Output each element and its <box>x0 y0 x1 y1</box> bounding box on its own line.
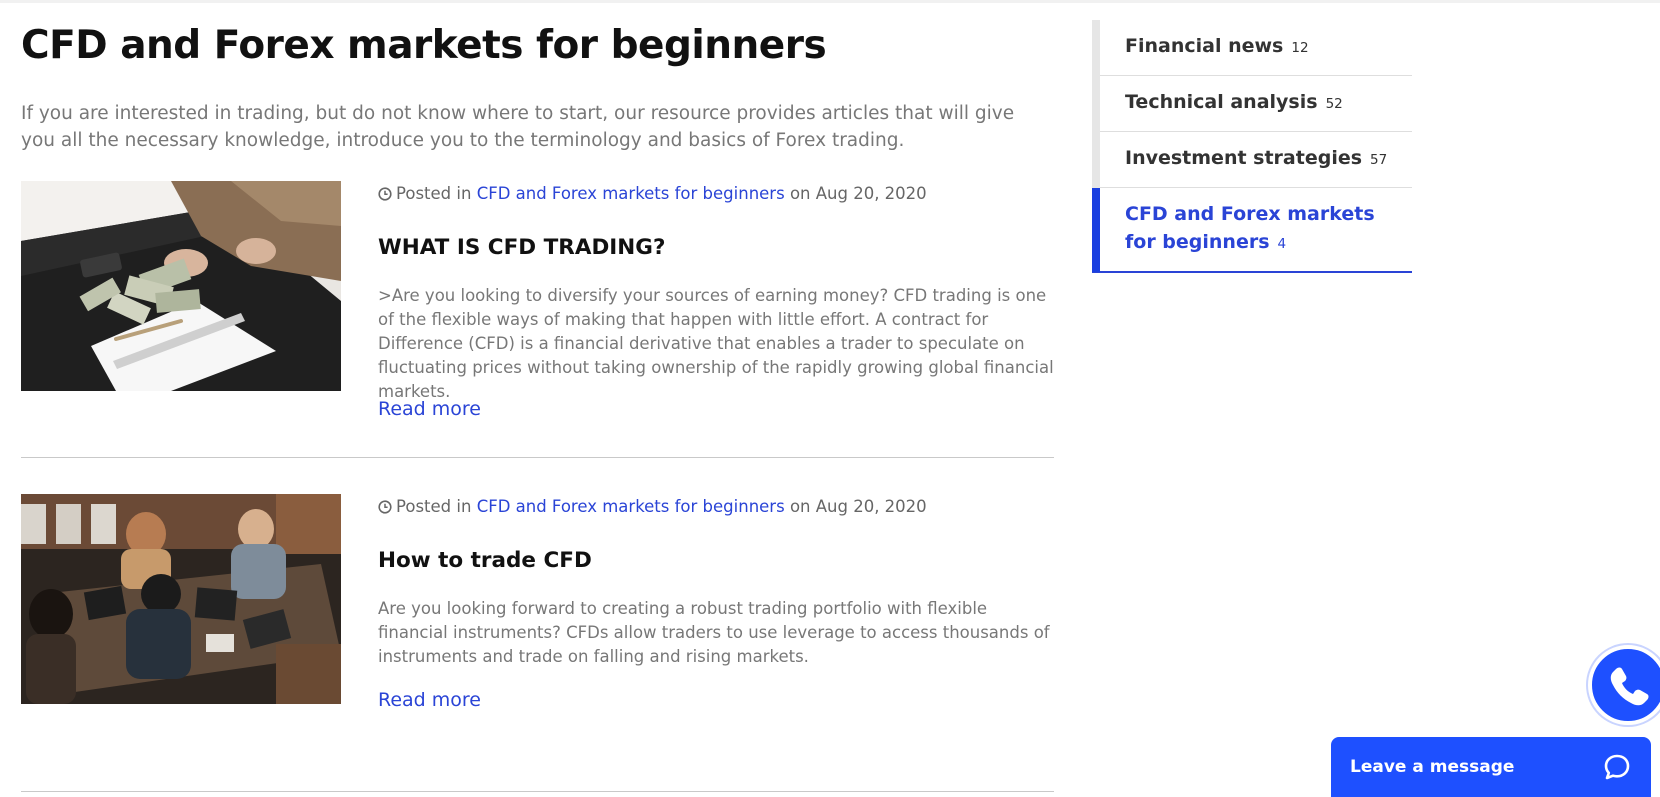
category-count: 12 <box>1291 40 1309 56</box>
sidebar-item-cfd-forex-beginners[interactable]: CFD and Forex markets for beginners 4 <box>1092 188 1412 273</box>
category-count: 4 <box>1277 236 1287 252</box>
post-title[interactable]: WHAT IS CFD TRADING? <box>378 234 1054 262</box>
post-category-link[interactable]: CFD and Forex markets for beginners <box>477 184 785 203</box>
category-label: CFD and Forex markets for beginners <box>1125 203 1375 253</box>
leave-message-widget[interactable]: Leave a message <box>1331 737 1651 797</box>
clock-icon <box>378 498 392 520</box>
post-category-link[interactable]: CFD and Forex markets for beginners <box>477 497 785 516</box>
post-excerpt: Are you looking forward to creating a ro… <box>378 599 1050 666</box>
read-more-link[interactable]: Read more <box>378 398 481 420</box>
posted-in-label: Posted in <box>396 184 472 203</box>
post-divider <box>21 791 1054 792</box>
post-date: on Aug 20, 2020 <box>789 497 927 516</box>
category-sidebar: Financial news 12 Technical analysis 52 In… <box>1092 20 1412 273</box>
post-card: Posted in CFD and Forex markets for begi… <box>21 494 1054 749</box>
post-title[interactable]: How to trade CFD <box>378 547 1054 575</box>
category-count: 52 <box>1325 96 1343 112</box>
money-counting-image <box>21 181 341 391</box>
read-more-link[interactable]: Read more <box>378 689 481 711</box>
team-trading-image <box>21 494 341 704</box>
main-content: CFD and Forex markets for beginners If y… <box>21 20 1054 792</box>
posted-in-label: Posted in <box>396 497 472 516</box>
chat-bubble-icon <box>1603 753 1631 785</box>
page-title: CFD and Forex markets for beginners <box>21 23 827 68</box>
post-card: Posted in CFD and Forex markets for begi… <box>21 181 1054 458</box>
category-label: Investment strategies <box>1125 147 1363 169</box>
post-thumbnail[interactable] <box>21 494 341 704</box>
category-count: 57 <box>1370 152 1388 168</box>
phone-icon <box>1610 667 1649 706</box>
post-divider <box>21 457 1054 458</box>
post-thumbnail[interactable] <box>21 181 341 391</box>
sidebar-item-technical-analysis[interactable]: Technical analysis 52 <box>1092 76 1412 132</box>
intro-text: If you are interested in trading, but do… <box>21 103 1015 151</box>
clock-icon <box>378 185 392 207</box>
post-excerpt: >Are you looking to diversify your sourc… <box>378 286 1054 401</box>
call-button[interactable] <box>1588 645 1660 725</box>
post-body: Posted in CFD and Forex markets for begi… <box>378 181 1054 404</box>
leave-message-label: Leave a message <box>1350 757 1515 777</box>
category-label: Technical analysis <box>1125 91 1318 113</box>
category-label: Financial news <box>1125 35 1284 57</box>
sidebar-item-financial-news[interactable]: Financial news 12 <box>1092 20 1412 76</box>
post-meta: Posted in CFD and Forex markets for begi… <box>378 183 1054 207</box>
post-body: Posted in CFD and Forex markets for begi… <box>378 494 1054 669</box>
post-date: on Aug 20, 2020 <box>789 184 927 203</box>
post-meta: Posted in CFD and Forex markets for begi… <box>378 496 1054 520</box>
sidebar-item-investment-strategies[interactable]: Investment strategies 57 <box>1092 132 1412 188</box>
top-border <box>0 0 1660 3</box>
